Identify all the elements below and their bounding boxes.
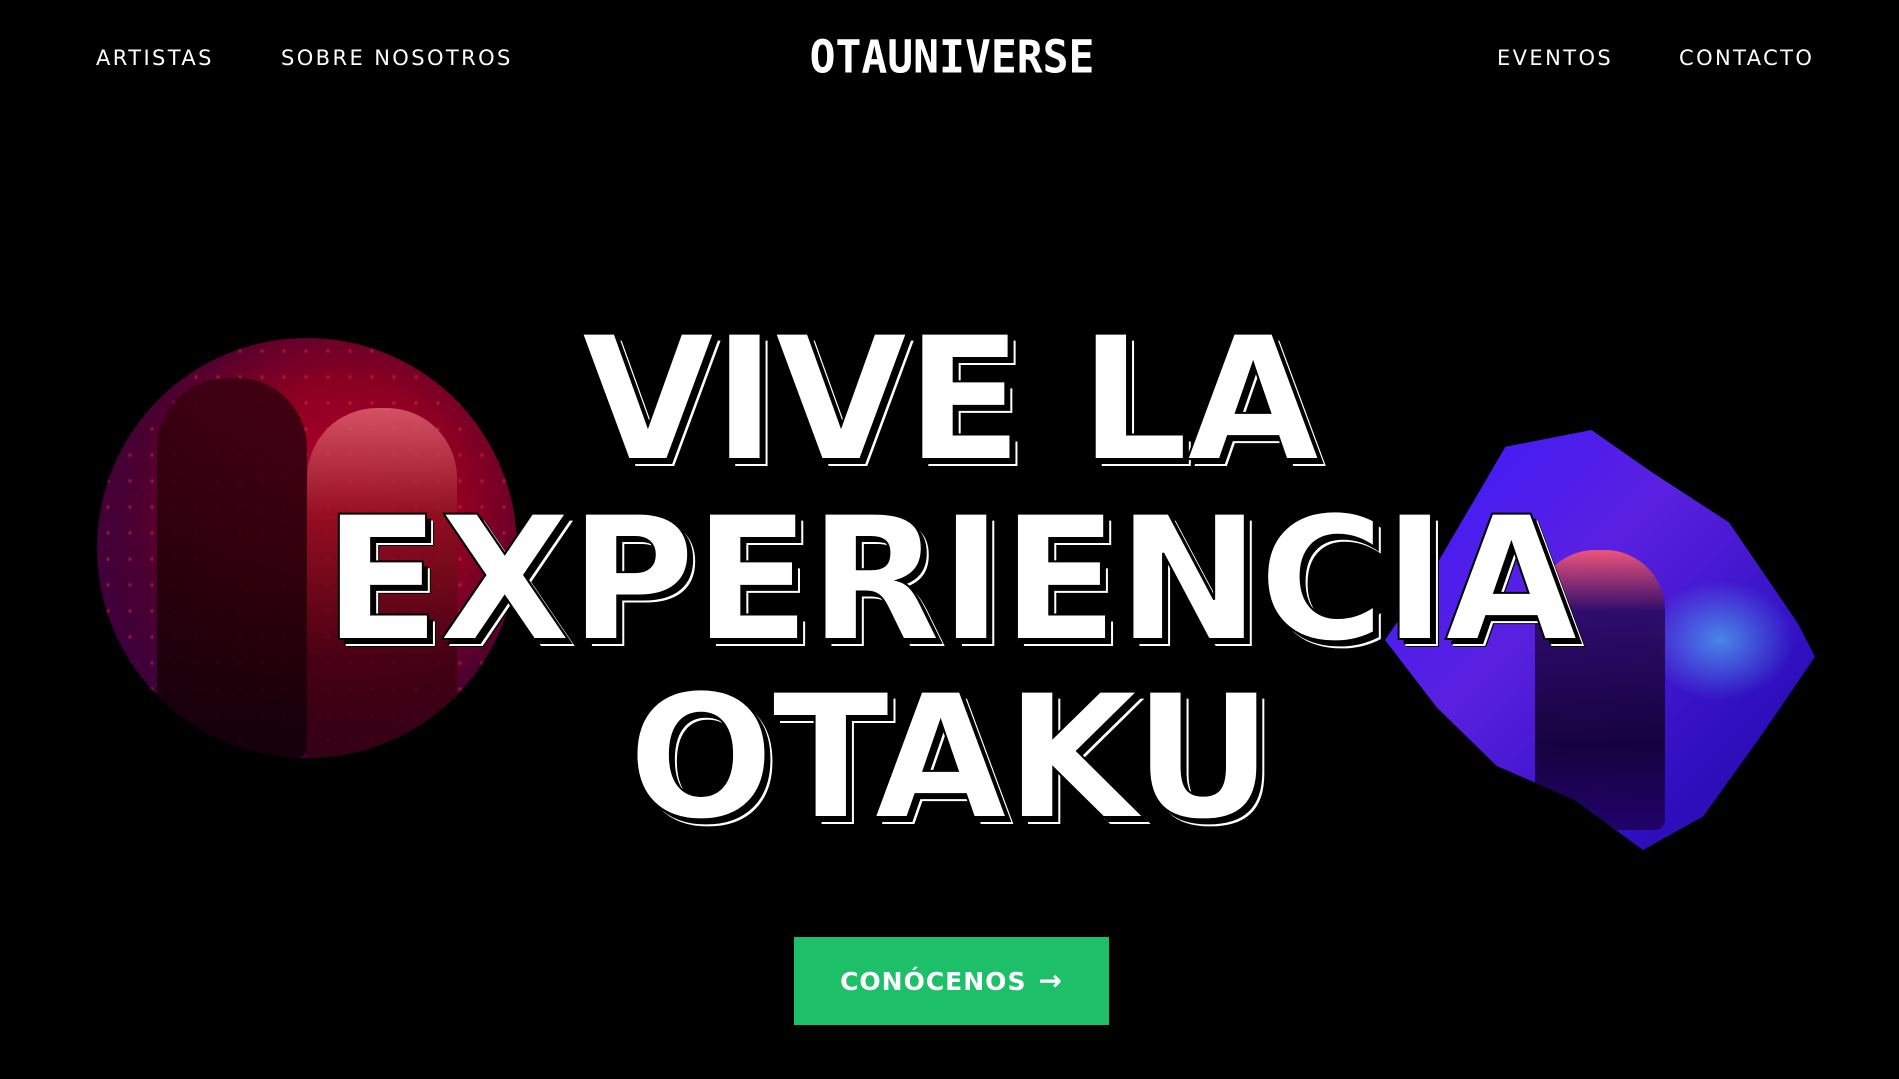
arrow-right-icon: → xyxy=(1038,964,1063,997)
conocenos-button-label: CONÓCENOS xyxy=(840,966,1027,996)
nav-link-artistas[interactable]: ARTISTAS xyxy=(96,46,214,70)
nav-link-eventos[interactable]: EVENTOS xyxy=(1497,46,1613,70)
hero-headline-line-2: EXPERIENCIA xyxy=(322,479,1579,680)
hero-headline-line-1: VIVE LA xyxy=(580,299,1320,500)
nav-link-sobre-nosotros[interactable]: SOBRE NOSOTROS xyxy=(281,46,513,70)
conocenos-button[interactable]: CONÓCENOS → xyxy=(794,937,1109,1025)
brand-logo-text: OTAUNIVERSE xyxy=(809,31,1095,85)
nav-link-contacto[interactable]: CONTACTO xyxy=(1679,46,1814,70)
hero-headline-line-3: OTAKU xyxy=(627,657,1274,858)
brand-logo[interactable]: OTAUNIVERSE xyxy=(783,31,1121,85)
